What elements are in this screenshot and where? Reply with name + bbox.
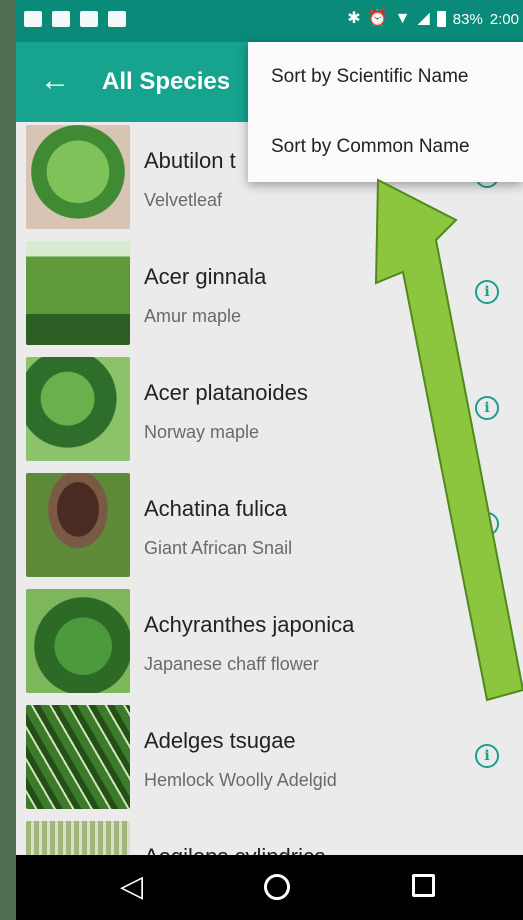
list-item[interactable]: Achatina fulica Giant African Snail i bbox=[16, 470, 523, 586]
facebook-icon bbox=[24, 11, 42, 27]
scientific-name: Adelges tsugae bbox=[144, 728, 296, 753]
scientific-name: Acer ginnala bbox=[144, 264, 267, 289]
status-bar: ✱ ⏰ ▼ ◢ 83% 2:00 bbox=[16, 0, 523, 42]
species-list: Abutilon t Velvetleaf i Acer ginnala Amu… bbox=[16, 122, 523, 920]
image-icon bbox=[108, 11, 126, 27]
signal-icon: ◢ bbox=[417, 10, 430, 27]
species-thumbnail bbox=[26, 473, 130, 577]
nav-back-icon[interactable]: ◁ bbox=[120, 871, 143, 903]
sort-menu: Sort by Scientific Name Sort by Common N… bbox=[248, 42, 523, 182]
wifi-icon: ▼ bbox=[394, 10, 411, 27]
common-name: Velvetleaf bbox=[144, 190, 223, 210]
system-icons: ✱ ⏰ ▼ ◢ 83% 2:00 bbox=[347, 10, 519, 28]
species-thumbnail bbox=[26, 357, 130, 461]
species-thumbnail bbox=[26, 241, 130, 345]
info-icon[interactable]: i bbox=[475, 744, 499, 768]
info-icon[interactable]: i bbox=[475, 396, 499, 420]
nav-home-icon[interactable] bbox=[264, 874, 290, 900]
nav-recents-icon[interactable] bbox=[412, 874, 435, 897]
scientific-name: Abutilon t bbox=[144, 148, 236, 173]
navigation-bar: ◁ bbox=[16, 855, 523, 920]
battery-percent: 83% bbox=[452, 10, 483, 28]
bluetooth-icon: ✱ bbox=[347, 10, 361, 27]
scientific-name: Achyranthes japonica bbox=[144, 612, 355, 637]
species-thumbnail bbox=[26, 125, 130, 229]
scientific-name: Acer platanoides bbox=[144, 380, 308, 405]
scientific-name: Achatina fulica bbox=[144, 496, 288, 521]
list-item[interactable]: Adelges tsugae Hemlock Woolly Adelgid i bbox=[16, 702, 523, 818]
species-thumbnail bbox=[26, 589, 130, 693]
info-icon[interactable]: i bbox=[475, 628, 499, 652]
phone-screen: ✱ ⏰ ▼ ◢ 83% 2:00 ← All Species Abutilon … bbox=[16, 0, 523, 920]
list-item[interactable]: Acer ginnala Amur maple i bbox=[16, 238, 523, 354]
battery-icon bbox=[436, 11, 446, 27]
alarm-icon: ⏰ bbox=[367, 10, 388, 27]
message-icon bbox=[80, 11, 98, 27]
notification-icons bbox=[24, 11, 126, 27]
arrow-left-icon[interactable]: ← bbox=[40, 64, 70, 98]
clock: 2:00 bbox=[489, 10, 519, 28]
common-name: Japanese chaff flower bbox=[144, 654, 319, 674]
common-name: Norway maple bbox=[144, 422, 260, 442]
common-name: Amur maple bbox=[144, 306, 242, 326]
mail-icon bbox=[52, 11, 70, 27]
page-title: All Species bbox=[102, 68, 231, 95]
sort-by-common-name[interactable]: Sort by Common Name bbox=[248, 112, 523, 182]
common-name: Giant African Snail bbox=[144, 538, 293, 558]
info-icon[interactable]: i bbox=[475, 280, 499, 304]
list-item[interactable]: Achyranthes japonica Japanese chaff flow… bbox=[16, 586, 523, 702]
list-item[interactable]: Acer platanoides Norway maple i bbox=[16, 354, 523, 470]
species-thumbnail bbox=[26, 705, 130, 809]
info-icon[interactable]: i bbox=[475, 512, 499, 536]
sort-by-scientific-name[interactable]: Sort by Scientific Name bbox=[248, 42, 523, 112]
common-name: Hemlock Woolly Adelgid bbox=[144, 770, 337, 790]
